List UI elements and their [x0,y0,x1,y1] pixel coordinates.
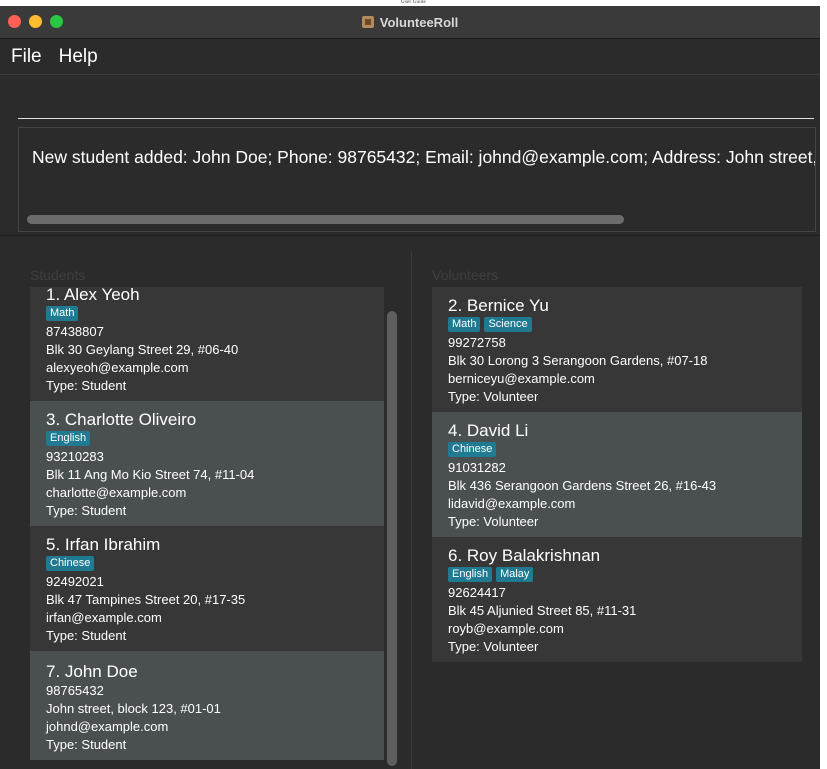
volunteer-list[interactable]: 2. Bernice Yu Math Science 99272758 Blk … [432,287,802,671]
subject-tag: Malay [496,567,534,582]
result-display: New student added: John Doe; Phone: 9876… [18,127,816,232]
card-address: Blk 30 Geylang Street 29, #06-40 [46,342,239,357]
card-email: alexyeoh@example.com [46,360,189,375]
volunteer-card[interactable]: 6. Roy Balakrishnan English Malay 926244… [432,537,802,662]
title-bar[interactable]: VolunteeRoll [0,6,820,39]
volunteers-panel-label: Volunteers [432,267,499,283]
card-address: John street, block 123, #01-01 [46,701,221,716]
tag-list: Chinese [46,556,368,571]
card-name: 6. Roy Balakrishnan [448,546,601,565]
subject-tag: Math [46,306,79,321]
card-name: 1. Alex Yeoh [46,287,140,304]
app-icon [361,16,374,28]
volunteer-card[interactable]: 2. Bernice Yu Math Science 99272758 Blk … [432,287,802,412]
tag-list: Chinese [448,442,786,457]
subject-tag: Math [448,317,481,332]
card-type: Type: Student [46,737,127,752]
student-card[interactable]: 1. Alex Yeoh Math 87438807 Blk 30 Geylan… [30,287,384,401]
subject-tag: English [46,431,91,446]
subject-tag: Science [484,317,532,332]
volunteer-card[interactable]: 4. David Li Chinese 91031282 Blk 436 Ser… [432,412,802,537]
window-title-group: VolunteeRoll [0,6,820,38]
card-phone: 92624417 [448,585,506,600]
card-email: charlotte@example.com [46,485,187,500]
subject-tag: Chinese [448,442,497,457]
menu-help[interactable]: Help [59,46,98,68]
card-name: 3. Charlotte Oliveiro [46,410,197,429]
command-input[interactable] [18,76,814,119]
card-email: irfan@example.com [46,610,162,625]
tag-list: Math [46,306,368,321]
tag-list: Math Science [448,317,786,332]
window-title: VolunteeRoll [379,14,459,30]
student-list-scrollbar[interactable] [386,305,398,769]
card-name: 5. Irfan Ibrahim [46,535,161,554]
card-phone: 93210283 [46,449,104,464]
card-name: 2. Bernice Yu [448,296,549,315]
card-phone: 91031282 [448,460,506,475]
menu-bar: File Help [0,39,820,75]
card-type: Type: Volunteer [448,514,539,529]
card-email: lidavid@example.com [448,496,576,511]
subject-tag: Chinese [46,556,95,571]
student-card[interactable]: 5. Irfan Ibrahim Chinese 92492021 Blk 47… [30,526,384,651]
card-phone: 99272758 [448,335,506,350]
card-email: johnd@example.com [46,719,169,734]
card-address: Blk 30 Lorong 3 Serangoon Gardens, #07-1… [448,353,708,368]
result-horizontal-scrollbar[interactable] [27,215,624,224]
card-name: 4. David Li [448,421,529,440]
card-address: Blk 47 Tampines Street 20, #17-35 [46,592,246,607]
card-address: Blk 45 Aljunied Street 85, #11-31 [448,603,637,618]
card-phone: 87438807 [46,324,104,339]
card-type: Type: Student [46,378,127,393]
student-card[interactable]: 3. Charlotte Oliveiro English 93210283 B… [30,401,384,526]
card-type: Type: Student [46,503,127,518]
tag-list: English Malay [448,567,786,582]
card-address: Blk 436 Serangoon Gardens Street 26, #16… [448,478,717,493]
card-email: berniceyu@example.com [448,371,595,386]
command-box [0,76,820,126]
scrollbar-thumb[interactable] [387,311,397,766]
card-name: 7. John Doe [46,662,138,681]
card-phone: 92492021 [46,574,104,589]
card-type: Type: Volunteer [448,389,539,404]
card-type: Type: Student [46,628,127,643]
panel-divider[interactable] [411,251,412,769]
app-window: VolunteeRoll File Help New student added… [0,6,820,769]
subject-tag: English [448,567,493,582]
students-panel-label: Students [30,267,86,283]
result-message: New student added: John Doe; Phone: 9876… [32,147,816,167]
tag-list: English [46,431,368,446]
student-list[interactable]: 1. Alex Yeoh Math 87438807 Blk 30 Geylan… [30,287,384,769]
student-card[interactable]: 7. John Doe 98765432 John street, block … [30,651,384,760]
card-address: Blk 11 Ang Mo Kio Street 74, #11-04 [46,467,255,482]
menu-file[interactable]: File [11,46,42,68]
card-type: Type: Volunteer [448,639,539,654]
card-email: royb@example.com [448,621,564,636]
card-phone: 98765432 [46,683,104,698]
lists-area: Students Volunteers 1. Alex Yeoh Math 87… [0,235,820,769]
